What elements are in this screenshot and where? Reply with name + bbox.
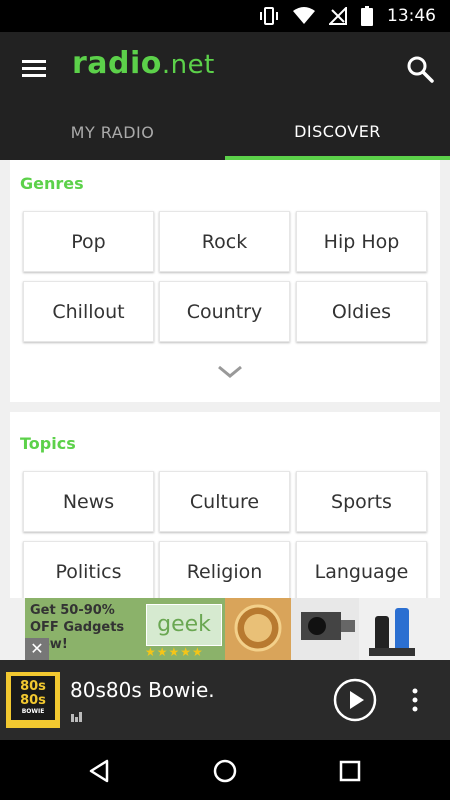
art-text-2: 80s xyxy=(20,693,46,708)
logo-suffix: .net xyxy=(161,50,215,80)
genre-tile-pop[interactable]: Pop xyxy=(23,211,154,272)
topic-tile-culture[interactable]: Culture xyxy=(159,471,290,532)
ad-product-watch-image xyxy=(225,598,291,660)
tab-discover[interactable]: DISCOVER xyxy=(225,106,450,160)
topic-tile-language[interactable]: Language xyxy=(296,541,427,598)
genre-tile-oldies[interactable]: Oldies xyxy=(296,281,427,342)
ad-brand: geek xyxy=(146,604,222,646)
station-artwork: 80s 80s BOWIE xyxy=(6,672,60,728)
topic-tile-politics[interactable]: Politics xyxy=(23,541,154,598)
app-logo: radio.net xyxy=(72,46,215,81)
genre-tile-chillout[interactable]: Chillout xyxy=(23,281,154,342)
genre-tile-hip-hop[interactable]: Hip Hop xyxy=(296,211,427,272)
equalizer-icon xyxy=(71,712,82,722)
home-icon[interactable] xyxy=(212,758,238,784)
clock-time: 13:46 xyxy=(387,6,436,26)
recents-icon[interactable] xyxy=(337,758,363,784)
vibrate-icon xyxy=(260,7,278,25)
hamburger-menu-icon[interactable] xyxy=(20,54,50,84)
play-circle-icon[interactable] xyxy=(333,678,377,722)
genre-tile-rock[interactable]: Rock xyxy=(159,211,290,272)
back-icon[interactable] xyxy=(87,758,113,784)
system-nav-bar xyxy=(0,740,450,800)
art-text-1: 80s xyxy=(20,679,46,694)
topics-title: Topics xyxy=(20,434,76,453)
ad-close-icon[interactable]: ✕ xyxy=(25,638,49,660)
logo-main: radio xyxy=(72,46,162,81)
wifi-icon xyxy=(293,7,315,24)
ad-product-camera-image xyxy=(291,598,359,660)
topic-tile-news[interactable]: News xyxy=(23,471,154,532)
genres-card: Genres Pop Rock Hip Hop Chillout Country… xyxy=(10,160,440,402)
tab-bar: MY RADIO DISCOVER xyxy=(0,106,450,160)
ad-product-charger-image xyxy=(359,598,425,660)
topic-tile-religion[interactable]: Religion xyxy=(159,541,290,598)
chevron-down-icon[interactable] xyxy=(215,362,245,380)
genres-title: Genres xyxy=(20,174,84,193)
station-name: 80s80s Bowie. xyxy=(70,678,215,702)
status-bar: 13:46 xyxy=(0,0,450,32)
genre-tile-country[interactable]: Country xyxy=(159,281,290,342)
mini-player[interactable]: 80s 80s BOWIE 80s80s Bowie. xyxy=(0,660,450,740)
ad-rating-stars: ★★★★★ xyxy=(145,645,204,659)
tab-my-radio[interactable]: MY RADIO xyxy=(0,106,225,160)
topics-card: Topics News Culture Sports Politics Reli… xyxy=(10,412,440,598)
no-signal-icon xyxy=(329,7,347,25)
station-artwork-logo: 80s 80s BOWIE xyxy=(11,676,55,720)
battery-icon xyxy=(361,6,373,26)
search-icon[interactable] xyxy=(406,55,434,83)
topic-tile-sports[interactable]: Sports xyxy=(296,471,427,532)
app-bar: radio.net xyxy=(0,32,450,106)
art-text-3: BOWIE xyxy=(21,708,45,715)
more-vert-icon[interactable] xyxy=(405,686,425,714)
ad-banner[interactable]: Get 50-90% OFF Gadgets Now! geek ★★★★★ xyxy=(25,598,425,660)
